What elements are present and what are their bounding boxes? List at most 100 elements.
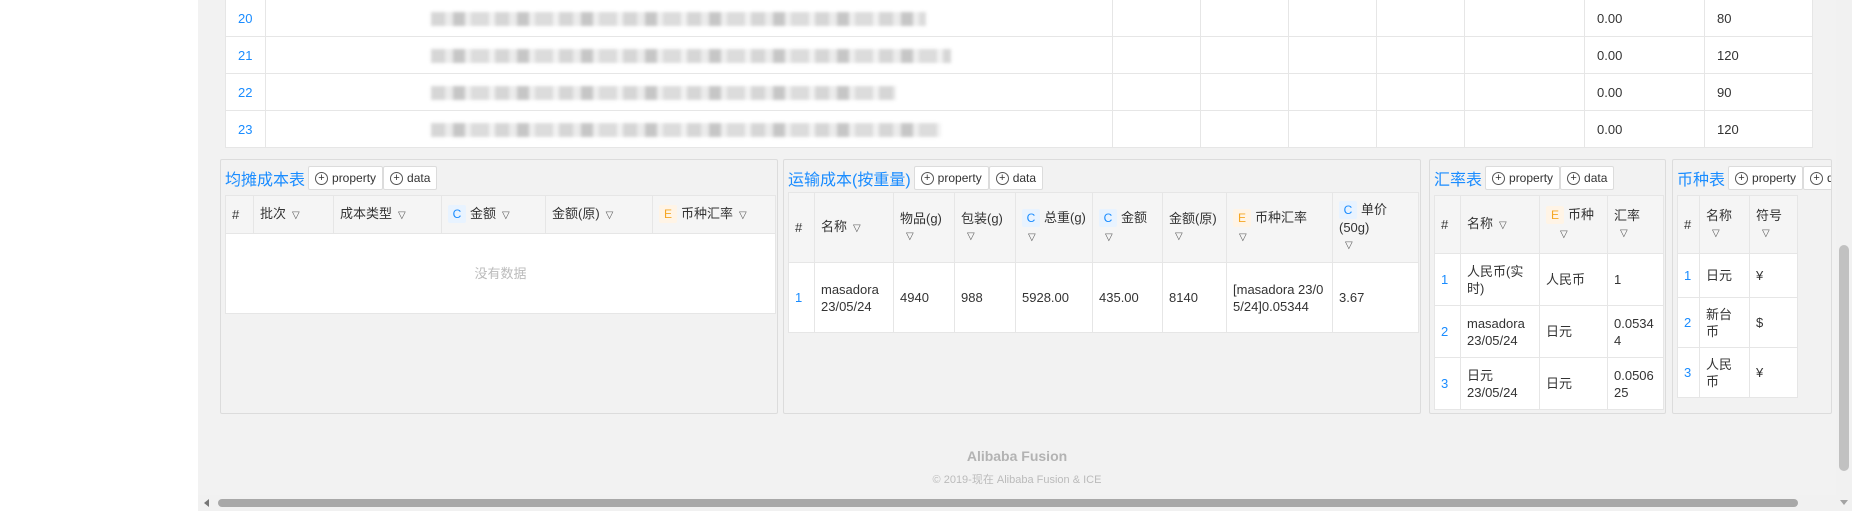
plus-circle-icon: +	[1567, 171, 1581, 185]
data-button[interactable]: + data	[383, 166, 438, 190]
filter-icon[interactable]: ▽	[502, 207, 510, 224]
data-button[interactable]: + data	[988, 166, 1044, 190]
vertical-scrollbar[interactable]	[1836, 0, 1852, 511]
computed-badge: C	[1099, 209, 1117, 228]
filter-icon[interactable]: ▽	[606, 207, 614, 224]
row-index[interactable]: 1	[1677, 253, 1700, 298]
exchange-rate-table: # 名称 ▽ E 币种 ▽ 汇率 ▽ 1 人民币(实时) 人民币 1 2 masador…	[1434, 195, 1664, 410]
col-header[interactable]: E 币种汇率 ▽	[1226, 192, 1333, 263]
col-header[interactable]: C 金额 ▽	[441, 195, 546, 234]
filter-icon[interactable]: ▽	[906, 228, 914, 245]
filter-icon[interactable]: ▽	[1560, 226, 1568, 243]
row-index[interactable]: 1	[1434, 253, 1461, 306]
filter-icon[interactable]: ▽	[739, 207, 747, 224]
property-button[interactable]: + property	[1485, 166, 1561, 190]
col-header[interactable]: 物品(g) ▽	[893, 192, 955, 263]
allocation-cost-panel: 均摊成本表 + property + data # 批次 ▽ 成本类型 ▽ C 金额 ▽ 金…	[220, 159, 778, 414]
scrollbar-thumb[interactable]	[218, 499, 1798, 507]
property-button[interactable]: + property	[308, 166, 384, 190]
col-header[interactable]: 成本类型 ▽	[333, 195, 442, 234]
pack-weight-cell: 988	[954, 262, 1016, 333]
footer-brand: Alibaba Fusion	[966, 448, 1068, 464]
col-header[interactable]: 批次 ▽	[253, 195, 334, 234]
property-button[interactable]: + property	[1728, 166, 1804, 190]
table-row[interactable]: 21 0.00 120	[226, 37, 1812, 74]
blurred-cell	[265, 37, 1112, 73]
computed-badge: C	[1339, 200, 1357, 219]
enum-badge: E	[1233, 209, 1251, 228]
filter-icon[interactable]: ▽	[1105, 229, 1113, 246]
plus-circle-icon: +	[315, 171, 329, 185]
property-button[interactable]: + property	[913, 166, 989, 190]
filter-icon[interactable]: ▽	[1175, 228, 1183, 245]
filter-icon[interactable]: ▽	[1620, 225, 1628, 242]
col-header[interactable]: 名称 ▽	[814, 192, 894, 263]
row-index[interactable]: 22	[226, 74, 265, 110]
table-row[interactable]: 1 日元 ¥	[1677, 253, 1798, 298]
scrollbar-thumb[interactable]	[1839, 245, 1849, 471]
scroll-left-arrow-icon[interactable]	[204, 499, 209, 507]
horizontal-scrollbar[interactable]	[198, 495, 1836, 511]
col-header[interactable]: 汇率 ▽	[1607, 195, 1664, 254]
col-header[interactable]: 包装(g) ▽	[954, 192, 1016, 263]
col-header[interactable]: C 总重(g) ▽	[1015, 192, 1093, 263]
plus-circle-icon: +	[1492, 171, 1506, 185]
row-index[interactable]: 23	[226, 111, 265, 147]
row-index[interactable]: 20	[226, 0, 265, 36]
panel-title[interactable]: 运输成本(按重量)	[788, 166, 911, 190]
plus-circle-icon: +	[1735, 171, 1749, 185]
table-row[interactable]: 3 人民币 ¥	[1677, 347, 1798, 398]
filter-icon[interactable]: ▽	[1028, 229, 1036, 246]
symbol-cell: ¥	[1749, 347, 1798, 398]
table-row[interactable]: 2 masadora 23/05/24 日元 0.05344	[1434, 305, 1664, 358]
filter-icon[interactable]: ▽	[853, 220, 861, 237]
blurred-cell	[265, 111, 1112, 147]
item-weight-cell: 4940	[893, 262, 955, 333]
name-cell: masadora 23/05/24	[814, 262, 894, 333]
table-row[interactable]: 1 人民币(实时) 人民币 1	[1434, 253, 1664, 306]
col-header[interactable]: 名称 ▽	[1460, 195, 1540, 254]
panel-title[interactable]: 币种表	[1677, 166, 1725, 190]
symbol-cell: $	[1749, 297, 1798, 348]
row-index[interactable]: 21	[226, 37, 265, 73]
panel-title[interactable]: 汇率表	[1434, 166, 1482, 190]
col-header: #	[1434, 195, 1461, 254]
col-header[interactable]: E 币种 ▽	[1539, 195, 1608, 254]
rate-cell: 0.050625	[1607, 357, 1664, 410]
empty-state: 没有数据	[225, 233, 776, 314]
data-button[interactable]: + data	[1560, 166, 1615, 190]
col-header[interactable]: C 金额 ▽	[1092, 192, 1163, 263]
name-cell: masadora 23/05/24	[1460, 305, 1540, 358]
exchange-rate-panel: 汇率表 + property + data # 名称 ▽ E 币种 ▽ 汇率 ▽ 1 人民币…	[1429, 159, 1666, 414]
filter-icon[interactable]: ▽	[398, 207, 406, 224]
filter-icon[interactable]: ▽	[1499, 217, 1507, 234]
row-index[interactable]: 2	[1677, 297, 1700, 348]
data-button[interactable]: +da	[1803, 166, 1831, 190]
filter-icon[interactable]: ▽	[1712, 225, 1720, 242]
col-header[interactable]: 符号 ▽	[1749, 195, 1798, 254]
scroll-down-arrow-icon[interactable]	[1840, 500, 1848, 505]
panel-title[interactable]: 均摊成本表	[225, 166, 305, 190]
row-index[interactable]: 3	[1677, 347, 1700, 398]
col-header[interactable]: C 单价(50g) ▽	[1332, 192, 1419, 263]
filter-icon[interactable]: ▽	[1239, 229, 1247, 246]
plus-circle-icon: +	[920, 171, 934, 185]
filter-icon[interactable]: ▽	[1345, 237, 1353, 254]
filter-icon[interactable]: ▽	[967, 228, 975, 245]
table-row[interactable]: 22 0.00 90	[226, 74, 1812, 111]
row-index[interactable]: 2	[1434, 305, 1461, 358]
col-header[interactable]: E 币种汇率 ▽	[652, 195, 776, 234]
table-row[interactable]: 23 0.00 120	[226, 111, 1812, 148]
col-header[interactable]: 金额(原) ▽	[545, 195, 653, 234]
table-row[interactable]: 2 新台币 $	[1677, 297, 1798, 348]
row-index[interactable]: 1	[788, 262, 815, 333]
filter-icon[interactable]: ▽	[292, 207, 300, 224]
filter-icon[interactable]: ▽	[1762, 225, 1770, 242]
col-header[interactable]: 名称 ▽	[1699, 195, 1750, 254]
top-data-table: 20 0.00 80 21 0.00 120 22 0.00 90 23 0.0…	[225, 0, 1813, 148]
table-row[interactable]: 1 masadora 23/05/24 4940 988 5928.00 435…	[788, 262, 1419, 333]
row-index[interactable]: 3	[1434, 357, 1461, 410]
table-row[interactable]: 3 日元 23/05/24 日元 0.050625	[1434, 357, 1664, 410]
table-row[interactable]: 20 0.00 80	[226, 0, 1812, 37]
col-header[interactable]: 金额(原) ▽	[1162, 192, 1227, 263]
